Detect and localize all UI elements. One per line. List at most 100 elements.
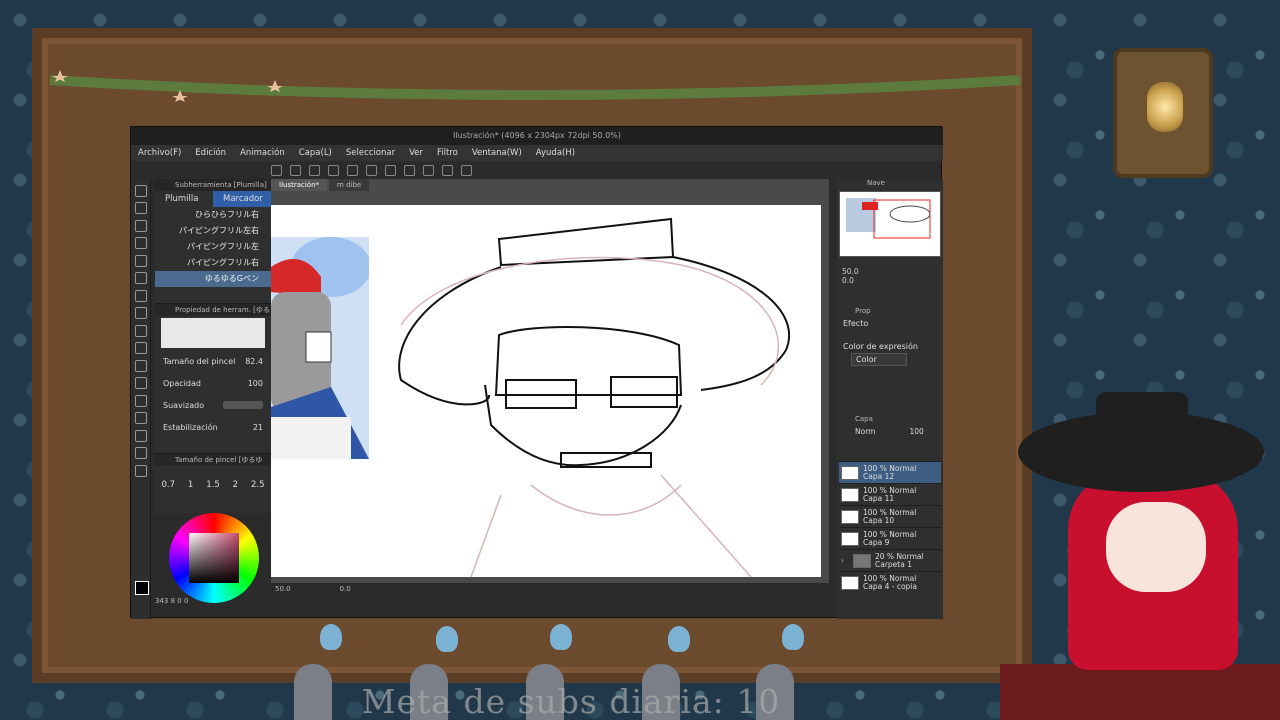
brush-size-option[interactable]: 1.5: [206, 480, 220, 490]
undo-icon[interactable]: [328, 164, 339, 176]
brush-size-option[interactable]: 1: [188, 480, 193, 490]
layer-opacity[interactable]: 100: [909, 427, 923, 441]
fill-tool-icon[interactable]: [134, 394, 147, 407]
subscriber-goal-text: Meta de subs diaria: 10: [361, 682, 781, 720]
doc-tab[interactable]: m dibe: [329, 179, 370, 191]
subtool-item[interactable]: パイピングフリル左右: [155, 223, 271, 239]
expression-color-select[interactable]: Color: [851, 353, 907, 366]
avatar-face: [1106, 502, 1206, 592]
subtool-header: Subherramienta [Plumilla]: [155, 179, 271, 191]
avatar-hat-top: [1096, 392, 1188, 452]
rotation-readout[interactable]: 0.0: [340, 585, 351, 593]
brush-tool-icon[interactable]: [134, 324, 147, 337]
eyedropper-icon[interactable]: [134, 272, 147, 284]
pencil-tool-icon[interactable]: [134, 307, 147, 319]
settings-icon[interactable]: [461, 164, 472, 176]
brush-size-panel: Tamaño de pincel [ゆるゆ 0.7 1 1.5 2 2.5: [155, 453, 271, 513]
ghost-icon: [436, 626, 458, 652]
menu-bar: Archivo(F) Edición Animación Capa(L) Sel…: [131, 145, 943, 161]
layer-thumbnail: [841, 487, 859, 502]
subtool-item[interactable]: パイピングフリル左: [155, 239, 271, 255]
menu-ayuda[interactable]: Ayuda(H): [529, 145, 582, 161]
smoothing-slider[interactable]: [223, 401, 263, 409]
subtool-item-selected[interactable]: ゆるゆるGペン: [155, 271, 271, 287]
menu-ventana[interactable]: Ventana(W): [465, 145, 529, 161]
brush-size-option[interactable]: 2: [233, 480, 238, 490]
brush-size-option[interactable]: 2.5: [251, 480, 265, 490]
vtuber-avatar: [1018, 392, 1270, 692]
brush-size-value[interactable]: 82.4: [245, 357, 263, 366]
layer-row[interactable]: 100 % Normal Capa 4 - copia: [839, 571, 941, 593]
layer-thumbnail: [841, 531, 859, 546]
command-bar: [271, 161, 811, 179]
tab-marcador[interactable]: Marcador: [213, 191, 271, 207]
tool-property-header: Propiedad de herram. [ゆる: [155, 304, 271, 316]
deselect-icon[interactable]: [404, 164, 415, 176]
hand-tool-icon[interactable]: [134, 202, 147, 214]
ruler-icon[interactable]: [442, 164, 453, 176]
layer-name: Capa 12: [863, 471, 895, 481]
text-tool-icon[interactable]: [134, 447, 147, 459]
menu-ver[interactable]: Ver: [402, 145, 430, 161]
lasso-tool-icon[interactable]: [134, 254, 147, 267]
expression-color-label: Color de expresión: [843, 342, 918, 351]
menu-animacion[interactable]: Animación: [233, 145, 292, 161]
new-file-icon[interactable]: [271, 164, 282, 176]
folder-expand-icon[interactable]: ›: [841, 556, 849, 565]
navigator-preview[interactable]: [839, 191, 941, 257]
balloon-tool-icon[interactable]: [134, 464, 147, 477]
pen-tool-icon[interactable]: [134, 289, 147, 302]
shape-tool-icon[interactable]: [134, 429, 147, 442]
layer-name: Carpeta 1: [875, 559, 912, 569]
color-info: 343 8 0 0: [155, 597, 189, 605]
layer-folder-row[interactable]: › 20 % Normal Carpeta 1: [839, 549, 941, 571]
navigator-angle[interactable]: 0.0: [842, 276, 938, 285]
move-tool-icon[interactable]: [134, 219, 147, 232]
clear-icon[interactable]: [366, 164, 377, 176]
tombstone-icon: [294, 664, 332, 720]
tool-property-panel: Propiedad de herram. [ゆる Tamaño del pinc…: [155, 303, 271, 453]
navigator-zoom[interactable]: 50.0: [842, 267, 938, 276]
redo-icon[interactable]: [347, 164, 358, 176]
drawing-canvas[interactable]: [271, 205, 821, 577]
tab-plumilla[interactable]: Plumilla: [155, 191, 213, 207]
layer-row-selected[interactable]: 100 % Normal Capa 12: [839, 461, 941, 483]
layer-tool-buttons: [839, 441, 941, 461]
opacity-value[interactable]: 100: [248, 379, 263, 388]
ghost-icon: [668, 626, 690, 652]
menu-edicion[interactable]: Edición: [188, 145, 233, 161]
menu-archivo[interactable]: Archivo(F): [131, 145, 188, 161]
layer-thumbnail: [841, 509, 859, 524]
blend-tool-icon[interactable]: [134, 377, 147, 389]
open-icon[interactable]: [290, 164, 301, 176]
brush-size-option[interactable]: 0.7: [161, 480, 175, 490]
doc-tab-active[interactable]: Ilustración*: [271, 179, 328, 191]
snap-icon[interactable]: [423, 164, 434, 176]
subtool-item[interactable]: パイピングフリル右: [155, 255, 271, 271]
color-wheel[interactable]: [169, 513, 259, 603]
eraser-icon[interactable]: [134, 359, 147, 372]
menu-capa[interactable]: Capa(L): [292, 145, 339, 161]
gradient-tool-icon[interactable]: [134, 412, 147, 424]
layer-name: Capa 9: [863, 537, 890, 547]
layer-thumbnail: [841, 465, 859, 480]
save-icon[interactable]: [309, 164, 320, 176]
layer-row[interactable]: 100 % Normal Capa 11: [839, 483, 941, 505]
layer-row[interactable]: 100 % Normal Capa 9: [839, 527, 941, 549]
transform-icon[interactable]: [385, 164, 396, 176]
main-color-swatch[interactable]: [135, 581, 149, 595]
zoom-tool-icon[interactable]: [134, 184, 147, 197]
stabilization-value[interactable]: 21: [253, 423, 263, 432]
menu-seleccionar[interactable]: Seleccionar: [339, 145, 402, 161]
sketch-lines: [398, 217, 791, 577]
airbrush-icon[interactable]: [134, 342, 147, 354]
menu-filtro[interactable]: Filtro: [430, 145, 465, 161]
selection-tool-icon[interactable]: [134, 237, 147, 249]
canvas-status-bar: 50.0 0.0: [271, 583, 829, 595]
subtool-item[interactable]: ひらひらフリル右: [155, 207, 271, 223]
layer-row[interactable]: 100 % Normal Capa 10: [839, 505, 941, 527]
brush-size-header: Tamaño de pincel [ゆるゆ: [155, 454, 271, 466]
zoom-readout[interactable]: 50.0: [275, 585, 291, 593]
blend-mode-select[interactable]: Norm: [855, 427, 875, 441]
stabilization-label: Estabilización: [163, 422, 218, 432]
